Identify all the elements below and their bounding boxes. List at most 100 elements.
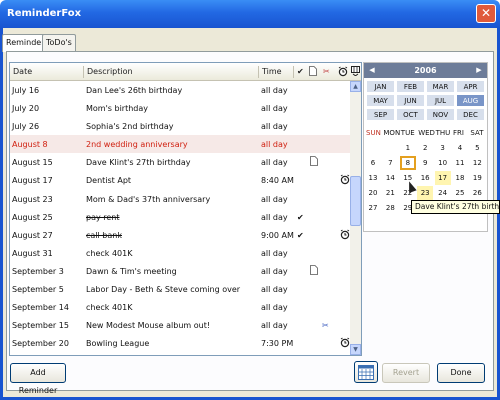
calendar-day[interactable]: 18 <box>452 171 468 185</box>
tab-todos[interactable]: ToDo's <box>42 34 76 51</box>
month-nov[interactable]: NOV <box>426 108 455 121</box>
columns-picker-icon[interactable] <box>351 66 360 78</box>
month-aug[interactable]: AUG <box>456 94 485 107</box>
note-icon <box>310 265 318 277</box>
close-window-button[interactable]: ✕ <box>476 4 496 23</box>
revert-button[interactable]: Revert <box>382 363 430 383</box>
calendar-day[interactable]: 9 <box>417 156 433 170</box>
reminder-list: Date Description Time ✔ ✂ July 16 Dan Lee… <box>9 62 362 356</box>
calendar-day[interactable]: 11 <box>452 156 468 170</box>
calendar-day[interactable]: 24 <box>435 186 451 200</box>
weekday-label: TUE <box>400 129 415 137</box>
scroll-up-button[interactable]: ▲ <box>350 81 361 92</box>
weekday-label: THU <box>435 129 451 137</box>
table-row[interactable]: September 14 check 401K all day <box>10 298 350 316</box>
month-sep[interactable]: SEP <box>366 108 395 121</box>
calendar-day[interactable]: 13 <box>365 171 381 185</box>
calendar-day[interactable]: 14 <box>382 171 398 185</box>
table-row[interactable]: September 3 Dawn & Tim's meeting all day <box>10 262 350 280</box>
row-time: 9:00 AM <box>261 230 294 240</box>
calendar-day[interactable]: 6 <box>365 156 381 170</box>
table-row[interactable]: July 16 Dan Lee's 26th birthday all day <box>10 81 350 99</box>
window-title: ReminderFox <box>7 8 82 19</box>
month-oct[interactable]: OCT <box>396 108 425 121</box>
calendar-day[interactable]: 7 <box>382 156 398 170</box>
row-date: July 16 <box>12 86 40 95</box>
table-row[interactable]: August 15 Dave Klint's 27th birthday all d… <box>10 153 350 171</box>
next-year-icon[interactable]: ▶ <box>473 63 485 78</box>
calendar-day[interactable]: 4 <box>452 141 468 155</box>
repeat-icon: ✂ <box>322 321 329 331</box>
month-jul[interactable]: JUL <box>426 94 455 107</box>
calendar-day[interactable]: 26 <box>469 186 485 200</box>
table-row[interactable]: August 27 call bank 9:00 AM ✔ <box>10 226 350 244</box>
row-date: September 14 <box>12 303 69 313</box>
table-row[interactable]: August 23 Mom & Dad's 37th anniversary all… <box>10 190 350 208</box>
calendar-day[interactable]: 25 <box>452 186 468 200</box>
alarm-clock-icon <box>340 229 350 242</box>
column-time[interactable]: Time <box>262 67 282 76</box>
calendar-day[interactable]: 23 <box>417 186 434 200</box>
checkmark-icon[interactable]: ✔ <box>297 67 304 76</box>
table-row[interactable]: August 8 2nd wedding anniversary all day <box>10 135 350 154</box>
row-time: all day <box>261 86 288 95</box>
repeat-icon[interactable]: ✂ <box>323 67 330 76</box>
alarm-clock-icon <box>340 174 350 187</box>
row-date: July 20 <box>12 104 40 114</box>
calendar-year: 2006 <box>364 63 487 78</box>
month-feb[interactable]: FEB <box>396 80 425 93</box>
month-jun[interactable]: JUN <box>396 94 425 107</box>
row-time: all day <box>261 194 288 204</box>
row-time: 7:30 PM <box>261 339 294 349</box>
list-scrollbar[interactable]: ▲ ▼ <box>350 81 361 355</box>
scroll-down-button[interactable]: ▼ <box>350 344 361 355</box>
calendar-day[interactable]: 19 <box>469 171 485 185</box>
add-reminder-button[interactable]: Add Reminder <box>10 363 66 395</box>
calendar-day[interactable]: 1 <box>400 141 416 155</box>
alarm-clock-icon[interactable] <box>338 66 348 79</box>
calendar-day[interactable]: 21 <box>382 186 398 200</box>
month-jan[interactable]: JAN <box>366 80 395 93</box>
table-row[interactable]: September 15 New Modest Mouse album out! a… <box>10 316 350 334</box>
table-row[interactable]: July 26 Sophia's 2nd birthday all day <box>10 117 350 135</box>
row-date: August 23 <box>12 194 53 204</box>
calendar-day[interactable]: 27 <box>365 201 381 215</box>
calendar-day[interactable]: 16 <box>417 171 433 185</box>
calendar-day[interactable]: 5 <box>469 141 485 155</box>
table-row[interactable]: September 5 Labor Day - Beth & Steve comi… <box>10 280 350 298</box>
calendar-day[interactable]: 8 <box>399 156 416 170</box>
row-description: Dentist Apt <box>86 176 132 186</box>
row-description: Mom & Dad's 37th anniversary <box>86 194 211 204</box>
row-date: September 20 <box>12 339 69 349</box>
table-row[interactable]: August 25 pay rent all day ✔ <box>10 208 350 226</box>
calendar-day[interactable]: 2 <box>417 141 433 155</box>
calendar-day[interactable]: 3 <box>435 141 451 155</box>
table-row[interactable]: August 17 Dentist Apt 8:40 AM <box>10 171 350 189</box>
month-mar[interactable]: MAR <box>426 80 455 93</box>
calendar-toggle-button[interactable] <box>354 361 378 383</box>
calendar-icon <box>358 365 374 380</box>
calendar-day[interactable]: 10 <box>435 156 451 170</box>
month-may[interactable]: MAY <box>366 94 395 107</box>
column-description[interactable]: Description <box>87 67 133 76</box>
column-date[interactable]: Date <box>13 67 32 76</box>
row-description: 2nd wedding anniversary <box>86 140 188 150</box>
row-time: all day <box>261 321 288 331</box>
calendar-day[interactable]: 28 <box>382 201 398 215</box>
done-button[interactable]: Done <box>437 363 485 383</box>
month-dec[interactable]: DEC <box>456 108 485 121</box>
table-row[interactable]: July 20 Mom's birthday all day <box>10 99 350 117</box>
calendar-day[interactable]: 20 <box>365 186 381 200</box>
previous-year-icon[interactable]: ◀ <box>366 63 378 78</box>
table-row[interactable]: September 20 Bowling League 7:30 PM <box>10 334 350 352</box>
table-row[interactable]: August 31 check 401K all day <box>10 244 350 262</box>
calendar-day[interactable]: 12 <box>469 156 485 170</box>
calendar-day-empty <box>365 141 381 155</box>
calendar-day[interactable]: 17 <box>434 171 451 185</box>
row-time: all day <box>261 140 288 150</box>
row-date: August 15 <box>12 158 53 168</box>
scroll-thumb[interactable] <box>350 176 361 226</box>
note-icon[interactable] <box>309 66 317 78</box>
row-description: Dave Klint's 27th birthday <box>86 158 191 168</box>
month-apr[interactable]: APR <box>456 80 485 93</box>
